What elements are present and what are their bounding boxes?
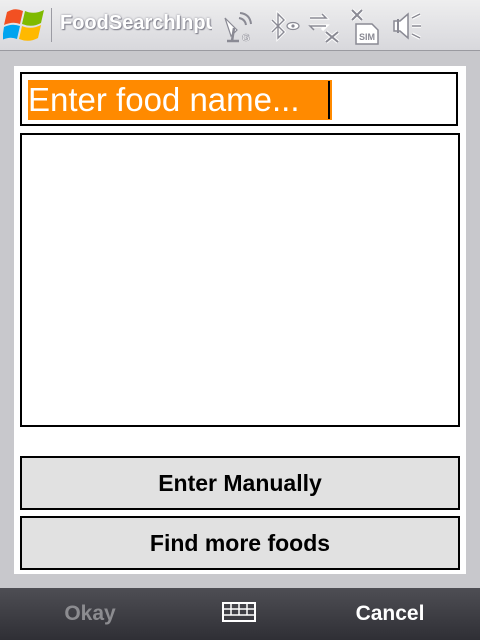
food-results-list[interactable]: [20, 133, 460, 427]
bluetooth-icon[interactable]: [266, 8, 300, 44]
cancel-softkey[interactable]: Cancel: [340, 602, 440, 626]
volume-muted-icon[interactable]: [390, 8, 424, 44]
okay-softkey[interactable]: Okay: [40, 602, 140, 626]
svg-text:G: G: [242, 33, 250, 44]
enter-manually-button[interactable]: Enter Manually: [20, 456, 460, 510]
windows-start-icon[interactable]: [3, 4, 47, 46]
text-caret: [328, 81, 330, 119]
find-more-foods-button[interactable]: Find more foods: [20, 516, 460, 570]
gprs-signal-icon[interactable]: G: [222, 8, 258, 44]
softkey-bar: Okay Cancel: [0, 588, 480, 640]
main-panel: Enter Manually Find more foods: [14, 66, 466, 574]
app-title: FoodSearchInput: [60, 12, 212, 34]
no-sim-icon[interactable]: SIM: [348, 8, 384, 46]
title-bar: FoodSearchInput G SIM: [0, 0, 480, 51]
food-search-box: [20, 72, 458, 126]
data-connection-off-icon[interactable]: [306, 8, 342, 44]
svg-text:SIM: SIM: [359, 32, 375, 42]
food-search-input[interactable]: [28, 80, 332, 120]
title-separator: [51, 8, 52, 42]
keyboard-icon[interactable]: [222, 602, 256, 624]
